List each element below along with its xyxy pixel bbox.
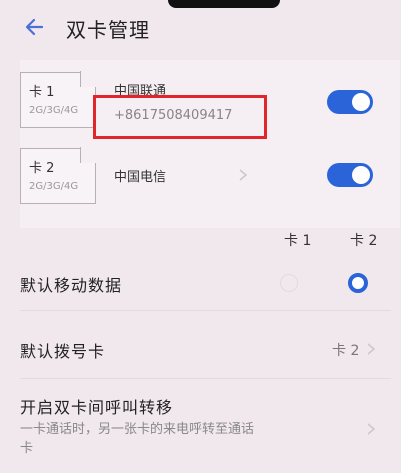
phone-number-highlight-box bbox=[93, 95, 267, 139]
chevron-right-icon[interactable] bbox=[238, 168, 248, 182]
default-data-card-1-radio[interactable] bbox=[280, 274, 298, 292]
call-forward-label[interactable]: 开启双卡间呼叫转移 bbox=[20, 394, 173, 418]
default-dial-label[interactable]: 默认拨号卡 bbox=[20, 338, 105, 362]
sim-2-toggle[interactable] bbox=[327, 163, 373, 187]
default-dial-value[interactable]: 卡 2 bbox=[332, 340, 359, 360]
column-card-2: 卡 2 bbox=[350, 233, 378, 249]
sim-card-2-icon: 卡 2 2G/3G/4G bbox=[20, 148, 96, 204]
column-card-1: 卡 1 bbox=[284, 233, 312, 249]
camera-notch bbox=[168, 0, 280, 8]
sim-card-1-icon: 卡 1 2G/3G/4G bbox=[20, 72, 96, 128]
sim-slot-label: 卡 2 bbox=[29, 161, 55, 176]
page-title: 双卡管理 bbox=[66, 18, 150, 42]
sim-network-label: 2G/3G/4G bbox=[29, 181, 79, 192]
sim-network-label: 2G/3G/4G bbox=[29, 105, 79, 116]
chevron-right-icon[interactable] bbox=[366, 342, 376, 356]
sim-1-toggle[interactable] bbox=[327, 90, 373, 114]
divider bbox=[20, 310, 391, 311]
default-data-label: 默认移动数据 bbox=[20, 276, 123, 295]
back-arrow-icon[interactable] bbox=[22, 14, 48, 40]
sim-slot-label: 卡 1 bbox=[29, 85, 55, 100]
default-data-card-2-radio[interactable] bbox=[348, 273, 368, 293]
call-forward-description: 一卡通话时，另一张卡的来电呼转至通话卡 bbox=[20, 422, 255, 456]
divider bbox=[20, 378, 391, 379]
sim-2-carrier[interactable]: 中国电信 bbox=[114, 166, 166, 185]
chevron-right-icon[interactable] bbox=[366, 422, 376, 436]
